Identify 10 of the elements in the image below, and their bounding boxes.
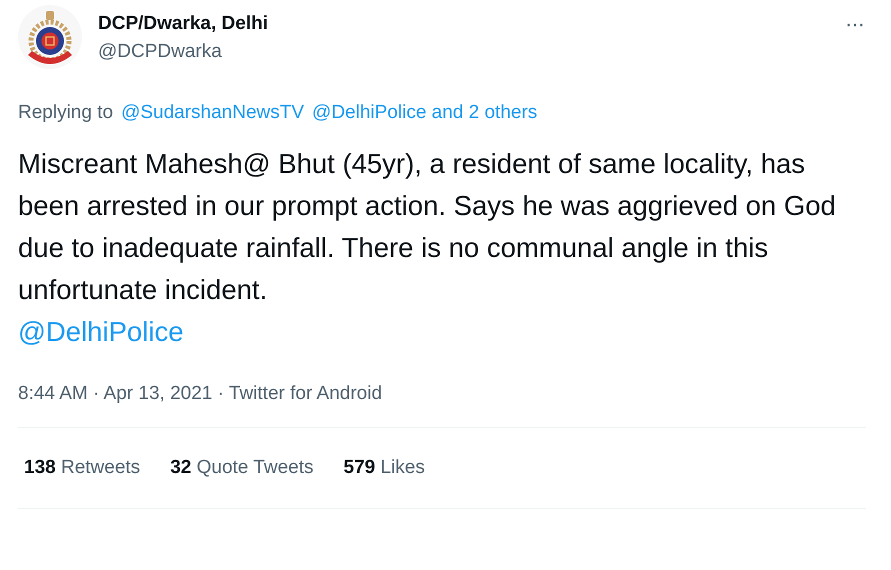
emblem-logo[interactable] (18, 5, 82, 69)
stat-link[interactable]: 32 Quote Tweets (170, 454, 314, 482)
author-name[interactable]: DCP/Dwarka, Delhi (98, 12, 268, 36)
reply-label: Replying to (18, 101, 114, 125)
stat-link[interactable]: 138 Retweets (24, 454, 140, 482)
author-handle[interactable]: @DCPDwarka (98, 40, 222, 64)
tweet-text: Miscreant Mahesh@ Bhut (45yr), a resident of same locality, has been arrested in our prompt action. Says he was aggrieved on God due to inadequate rainfall. There is no communal angle in this unfortunate incident. (18, 146, 837, 306)
timestamp: 8:44 AM · Apr 13, 2021 · Twitter for Android (18, 382, 382, 406)
stat-link[interactable]: 579 Likes (344, 454, 425, 482)
more-button[interactable]: ··· (843, 13, 866, 35)
